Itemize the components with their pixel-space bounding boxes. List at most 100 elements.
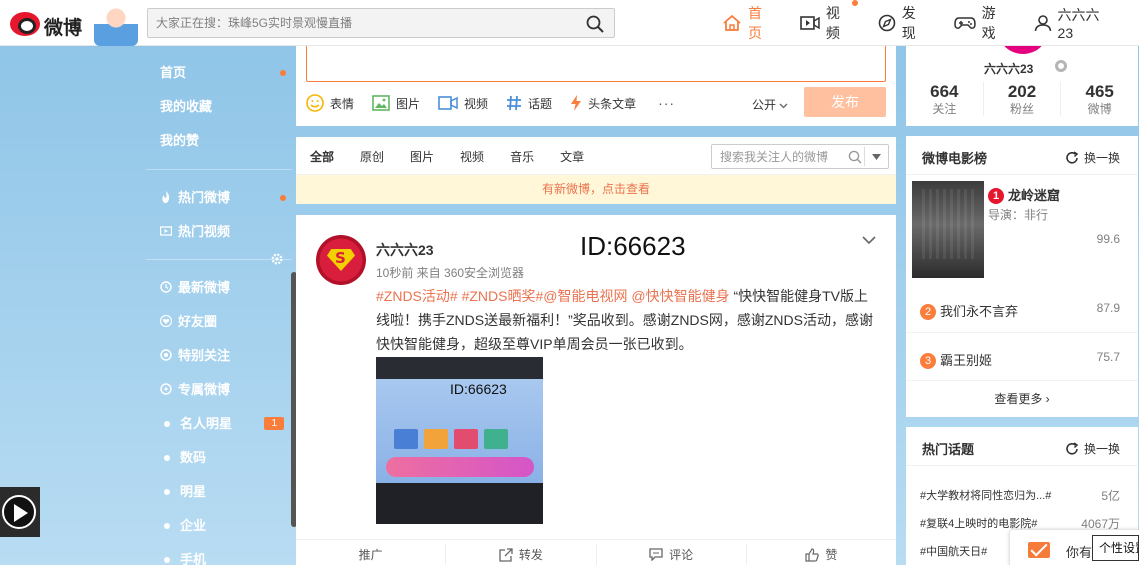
sidebar-item-label: 企业 [180, 518, 207, 533]
box-divider [906, 174, 1138, 175]
nav-discover-label: 发现 [901, 5, 916, 41]
post-username[interactable]: 六六六23 [376, 240, 434, 260]
left-sidebar: 首页 我的收藏 我的赞 热门微博 热门视频 最新微博 好友圈 特别关注 专属微博… [146, 46, 294, 565]
tab-videos[interactable]: 视频 [460, 148, 484, 165]
tab-original[interactable]: 原创 [360, 148, 384, 165]
tool-article[interactable]: 头条文章 [570, 95, 636, 112]
following-count[interactable]: 664 关注 [906, 82, 984, 116]
topic-name: #中国航天日# [920, 546, 988, 558]
sidebar-item-phone[interactable]: 手机 [146, 545, 292, 565]
sidebar-item-label: 我的收藏 [160, 99, 213, 114]
level-badge-icon [1055, 60, 1067, 72]
sidebar-item-label: 我的赞 [160, 133, 200, 148]
visibility-dropdown[interactable]: 公开 [752, 96, 788, 113]
movie-score: 87.9 [1096, 301, 1120, 315]
sidebar-item-special[interactable]: 特别关注 [146, 341, 292, 371]
tool-emoji[interactable]: 表情 [306, 94, 354, 112]
tab-all[interactable]: 全部 [310, 148, 334, 165]
sidebar-item-enterprise[interactable]: 企业 [146, 511, 292, 541]
sidebar-item-hot-weibo[interactable]: 热门微博 [146, 183, 292, 213]
sidebar-item-digital[interactable]: 数码 [146, 443, 292, 473]
sidebar-divider [146, 169, 292, 170]
promote-button[interactable]: 推广 [296, 544, 447, 565]
bullet-icon [164, 455, 170, 461]
nav-video[interactable]: 视频 [800, 0, 858, 43]
topic-item[interactable]: #大学教材将同性恋归为...# 5亿 [920, 487, 1124, 503]
share-icon [499, 547, 513, 562]
tab-music[interactable]: 音乐 [510, 148, 534, 165]
sidebar-item-friends[interactable]: 好友圈 [146, 307, 292, 337]
message-label: 你有 [1066, 545, 1093, 560]
fire-icon [162, 191, 170, 203]
movie-title: 霸王别姬 [940, 353, 993, 368]
tool-video[interactable]: 视频 [438, 95, 488, 112]
tool-image[interactable]: 图片 [372, 95, 420, 112]
like-button[interactable]: 赞 [747, 544, 896, 565]
nav-home-label: 首页 [747, 5, 762, 41]
search-input[interactable] [148, 9, 568, 37]
notification-dot [280, 70, 286, 76]
sidebar-item-celebrity[interactable]: 名人明星 1 [146, 409, 292, 439]
movie-item-3[interactable]: 3 霸王别姬 75.7 [920, 350, 1124, 369]
search-icon[interactable] [848, 150, 862, 164]
movie-item-1[interactable]: 1 龙岭迷窟 [988, 185, 1060, 204]
weibo-count[interactable]: 465 微博 [1061, 82, 1138, 116]
topic-count: 5亿 [1101, 489, 1120, 503]
sidebar-item-exclusive[interactable]: 专属微博 [146, 375, 292, 405]
sidebar-item-stars[interactable]: 明星 [146, 477, 292, 507]
nav-user[interactable]: 六六六23 [1034, 5, 1115, 41]
tool-topic[interactable]: 话题 [506, 95, 552, 112]
movie-refresh-button[interactable]: 换一换 [1065, 149, 1120, 166]
sidebar-item-label: 手机 [180, 552, 207, 565]
chevron-down-icon[interactable] [862, 235, 876, 245]
sidebar-item-latest[interactable]: 最新微博 [146, 273, 292, 303]
logo-text: 微博 [44, 17, 83, 39]
post-button[interactable]: 发布 [804, 87, 886, 117]
action-label: 评论 [669, 548, 694, 562]
see-more-link[interactable]: 查看更多 › [906, 390, 1138, 407]
topics-refresh-button[interactable]: 换一换 [1065, 440, 1120, 457]
new-posts-notice[interactable]: 有新微博，点击查看 [296, 175, 896, 204]
sidebar-item-hot-video[interactable]: 热门视频 [146, 217, 292, 247]
compass-icon [878, 14, 896, 32]
sidebar-item-likes[interactable]: 我的赞 [146, 126, 292, 156]
sidebar-item-favorites[interactable]: 我的收藏 [146, 92, 292, 122]
followers-count[interactable]: 202 粉丝 [984, 82, 1062, 116]
post-image[interactable]: ID:66623 [376, 357, 543, 524]
post-textarea[interactable] [306, 44, 886, 82]
bullet-icon [164, 557, 170, 563]
box-divider [906, 380, 1138, 381]
feed-search [711, 144, 889, 169]
settings-tooltip: 个性设置 [1092, 535, 1139, 561]
refresh-icon [1066, 441, 1079, 455]
caret-down-icon[interactable] [872, 154, 881, 160]
app-tile [424, 429, 448, 449]
tab-images[interactable]: 图片 [410, 148, 434, 165]
weibo-eye-icon [10, 12, 40, 36]
nav-home[interactable]: 首页 [722, 3, 776, 43]
repost-button[interactable]: 转发 [446, 544, 597, 565]
more-tools-button[interactable]: ··· [658, 95, 675, 111]
avatar[interactable] [316, 235, 366, 285]
search-icon[interactable] [586, 15, 604, 33]
nav-discover[interactable]: 发现 [878, 3, 930, 43]
hot-topics-title: 热门话题 [922, 442, 975, 457]
top-nav: 首页 视频 发现 游戏 六六六23 [722, 0, 1139, 46]
movie-board: 微博电影榜 换一换 1 龙岭迷窟 导演：非行 99.6 2 我们永不言弃 87.9 … [906, 136, 1138, 417]
movie-poster[interactable] [912, 181, 984, 278]
profile-name[interactable]: 六六六23 [984, 60, 1033, 77]
movie-board-title: 微博电影榜 [922, 151, 988, 166]
topic-item[interactable]: #复联4上映时的电影院# 4067万 [920, 515, 1124, 531]
movie-item-2[interactable]: 2 我们永不言弃 87.9 [920, 301, 1124, 320]
weibo-logo[interactable]: 微博 [6, 6, 138, 46]
unread-count-badge: 1 [264, 417, 284, 430]
tab-articles[interactable]: 文章 [560, 148, 584, 165]
feed-search-input[interactable] [712, 145, 842, 168]
image-icon [372, 95, 390, 111]
sidebar-item-home[interactable]: 首页 [146, 58, 292, 88]
post-text-links[interactable]: #ZNDS活动# #ZNDS晒奖#@智能电视网 @快快智能健身 [376, 288, 730, 304]
nav-game[interactable]: 游戏 [953, 3, 1010, 43]
feed-tab-bar: 全部 原创 图片 视频 音乐 文章 [296, 137, 896, 175]
comment-button[interactable]: 评论 [597, 544, 747, 565]
floating-video-button[interactable] [0, 487, 40, 537]
